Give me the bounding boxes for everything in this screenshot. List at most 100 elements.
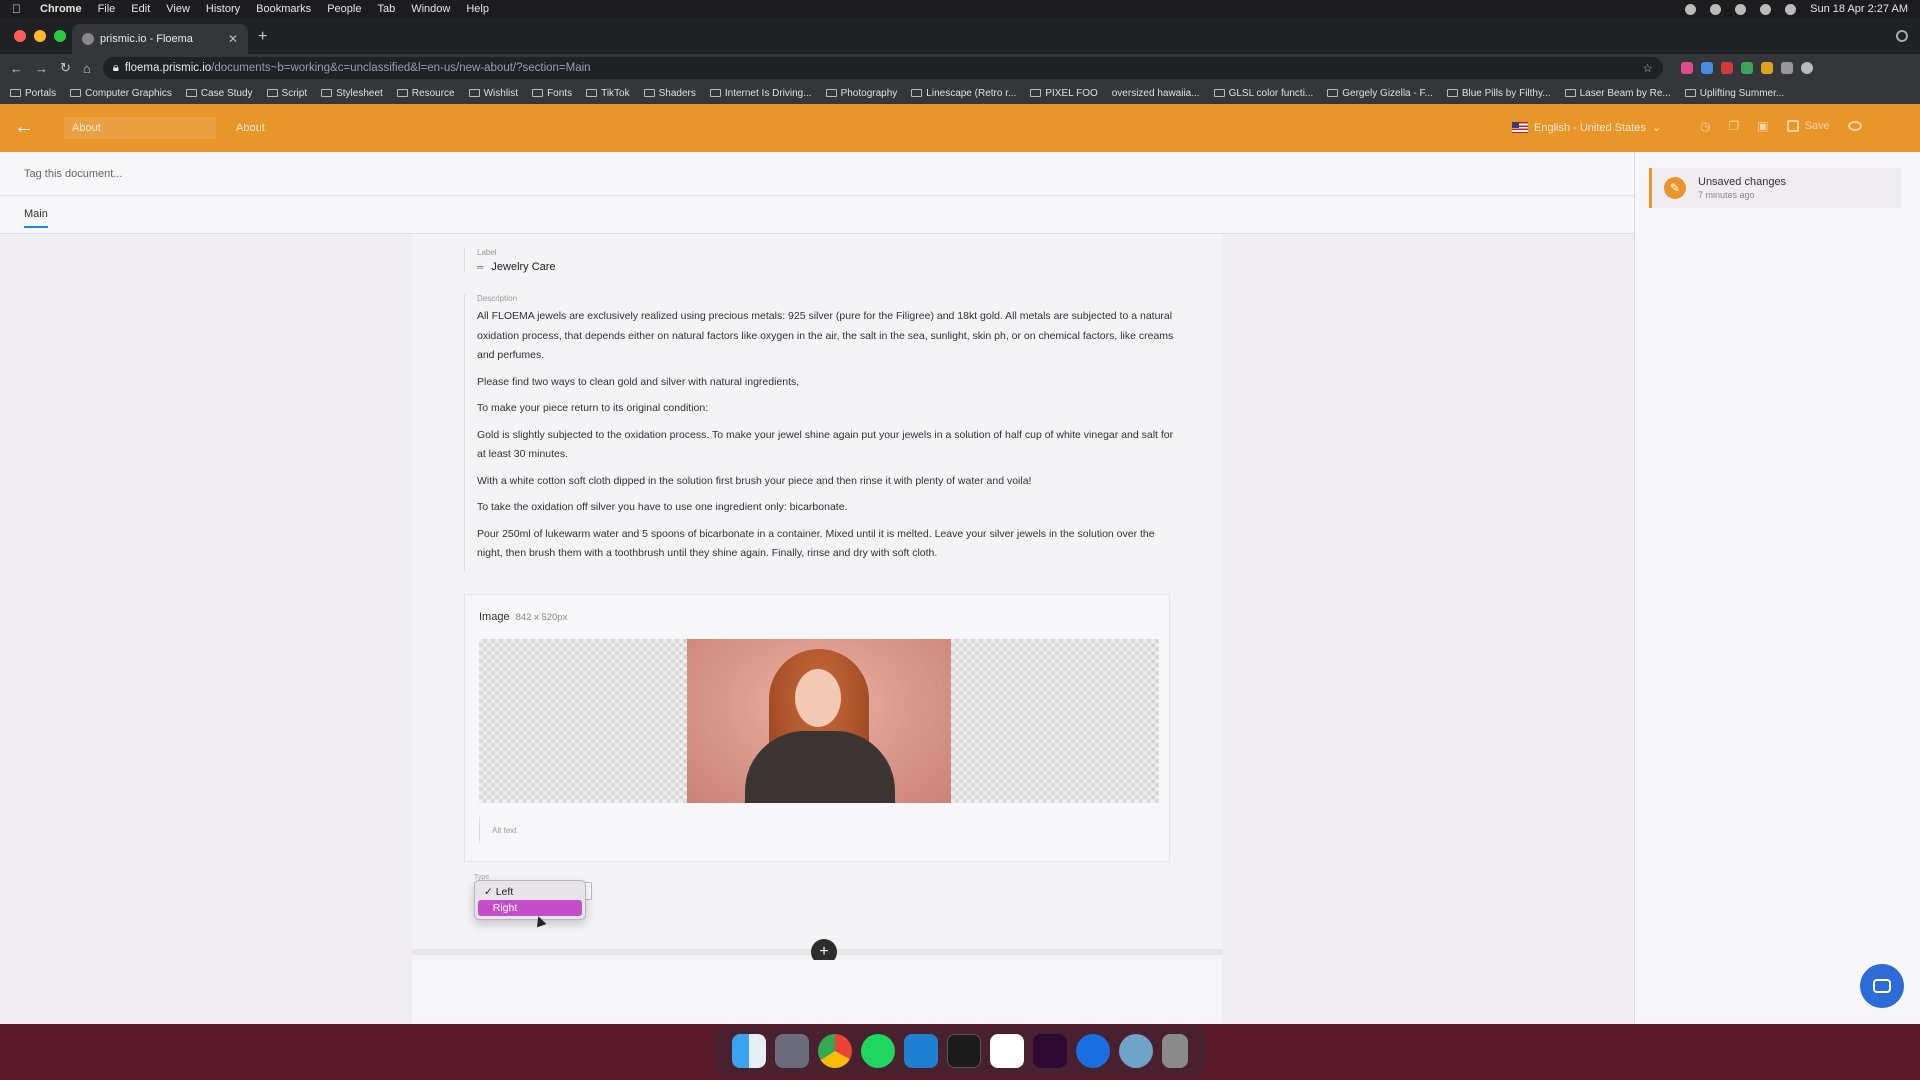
extension-icon[interactable]	[1740, 62, 1753, 74]
maps-pin-icon[interactable]	[1076, 1034, 1110, 1068]
bookmark-item[interactable]: Resource	[396, 88, 455, 99]
back-icon[interactable]: ←	[10, 61, 23, 76]
tab-main[interactable]: Main	[24, 208, 48, 228]
status-control-center-icon[interactable]	[1785, 3, 1797, 15]
reload-icon[interactable]: ↻	[60, 60, 71, 76]
bookmark-item[interactable]: TikTok	[586, 88, 630, 99]
extension-icon[interactable]	[1720, 62, 1733, 74]
status-cloud-icon[interactable]	[1710, 3, 1722, 15]
extension-icon[interactable]	[1680, 62, 1693, 74]
minimize-window-button[interactable]	[34, 30, 46, 42]
browser-app-icon[interactable]	[1119, 1034, 1153, 1068]
save-button[interactable]: Save	[1786, 120, 1830, 132]
bookmark-item[interactable]: Gergely Gizella - F...	[1327, 88, 1433, 99]
bookmark-item[interactable]: Laser Beam by Re...	[1564, 88, 1671, 99]
history-icon[interactable]: ◷	[1700, 119, 1710, 133]
bookmark-star-icon[interactable]: ☆	[1642, 61, 1652, 75]
extension-icon[interactable]	[1700, 62, 1713, 74]
address-bar[interactable]: 🔒︎ floema.prismic.io/documents~b=working…	[102, 57, 1663, 79]
bookmark-item[interactable]: Shaders	[643, 88, 696, 99]
finder-icon[interactable]	[732, 1034, 766, 1068]
tag-bar: Tag this document...	[0, 152, 1634, 196]
back-arrow-icon[interactable]: ←	[14, 116, 34, 139]
section-tabs: Main	[0, 196, 1634, 234]
home-icon[interactable]: ⌂	[83, 61, 91, 76]
bookmark-item[interactable]: Wishlist	[468, 88, 518, 99]
close-tab-icon[interactable]: ✕	[228, 32, 238, 46]
bookmark-item[interactable]: Case Study	[185, 88, 253, 99]
option-right[interactable]: Right	[478, 900, 582, 916]
description-paragraph: To make your piece return to its origina…	[477, 402, 709, 414]
url-path: /documents~b=working&c=unclassified&l=en…	[211, 62, 591, 74]
status-wifi-icon[interactable]	[1735, 3, 1747, 15]
chevron-down-icon: ⌄	[1651, 122, 1662, 134]
close-window-button[interactable]	[14, 30, 26, 42]
profile-avatar-icon[interactable]	[1800, 62, 1813, 74]
alt-text-input[interactable]: Alt text	[479, 817, 516, 843]
menu-view[interactable]: View	[166, 3, 190, 15]
browser-tab-active[interactable]: prismic.io - Floema ✕	[72, 24, 248, 54]
status-record-icon[interactable]	[1685, 3, 1697, 15]
tab-strip: prismic.io - Floema ✕ +	[0, 18, 1920, 54]
maximize-window-button[interactable]	[54, 30, 66, 42]
spotify-icon[interactable]	[861, 1034, 895, 1068]
document-title-input[interactable]: About	[64, 117, 216, 139]
bookmark-item[interactable]: GLSL color functi...	[1213, 88, 1313, 99]
menubar-datetime[interactable]: Sun 18 Apr 2:27 AM	[1810, 3, 1908, 15]
menu-file[interactable]: File	[98, 3, 116, 15]
terminal-icon[interactable]	[947, 1034, 981, 1068]
language-selector[interactable]: English - United States ⌄	[1512, 121, 1661, 134]
bookmark-item[interactable]: Blue Pills by Filthy...	[1446, 88, 1551, 99]
tag-input[interactable]: Tag this document...	[24, 168, 122, 180]
chrome-icon[interactable]	[818, 1034, 852, 1068]
unsaved-changes-card[interactable]: ✎ Unsaved changes 7 minutes ago	[1649, 168, 1901, 208]
new-tab-icon[interactable]: +	[258, 28, 267, 46]
menu-app-name[interactable]: Chrome	[40, 3, 82, 15]
extensions-puzzle-icon[interactable]	[1780, 62, 1793, 74]
bookmark-item[interactable]: Internet Is Driving...	[709, 88, 812, 99]
list-icon: ═	[477, 262, 484, 272]
menu-bookmarks[interactable]: Bookmarks	[256, 3, 311, 15]
launchpad-icon[interactable]	[775, 1034, 809, 1068]
label-value[interactable]: Jewelry Care	[491, 261, 555, 273]
menu-history[interactable]: History	[206, 3, 240, 15]
apple-icon[interactable]: 	[12, 2, 26, 16]
bookmark-item[interactable]: Photography	[825, 88, 897, 99]
extension-icon[interactable]	[1760, 62, 1773, 74]
menu-tab[interactable]: Tab	[377, 3, 395, 15]
folder-icon	[643, 89, 655, 97]
chat-support-button[interactable]	[1860, 964, 1904, 1008]
menu-people[interactable]: People	[327, 3, 361, 15]
menu-help[interactable]: Help	[466, 3, 489, 15]
bookmark-item[interactable]: Uplifting Summer...	[1684, 88, 1784, 99]
archive-icon[interactable]: ▣	[1757, 119, 1768, 133]
image-dropzone[interactable]	[479, 639, 1159, 803]
save-icon	[1786, 120, 1799, 132]
browser-menu-icon[interactable]	[1821, 62, 1833, 74]
description-field[interactable]: Description All FLOEMA jewels are exclus…	[464, 294, 1177, 571]
bookmark-item[interactable]: oversized hawaiia...	[1112, 88, 1200, 99]
bookmark-item[interactable]: Computer Graphics	[70, 88, 172, 99]
document-topbar: ← About About English - United States ⌄ …	[0, 104, 1920, 152]
forward-icon[interactable]: →	[35, 61, 48, 76]
folder-icon	[185, 89, 197, 97]
preview-eye-icon[interactable]	[1847, 121, 1862, 131]
bookmark-item[interactable]: Linescape (Retro r...	[911, 88, 1016, 99]
menu-window[interactable]: Window	[411, 3, 450, 15]
duplicate-icon[interactable]: ❐	[1728, 119, 1739, 133]
bookmark-item[interactable]: Stylesheet	[321, 88, 383, 99]
bookmark-item[interactable]: PIXEL FOO	[1030, 88, 1098, 99]
vscode-icon[interactable]	[904, 1034, 938, 1068]
bookmark-item[interactable]: Fonts	[532, 88, 572, 99]
adobe-xd-icon[interactable]	[1033, 1034, 1067, 1068]
github-icon	[1213, 89, 1225, 97]
tab-search-icon[interactable]	[1896, 30, 1908, 42]
bookmark-item[interactable]: Script	[266, 88, 307, 99]
option-left[interactable]: ✓ Left	[478, 884, 582, 900]
slack-icon[interactable]	[990, 1034, 1024, 1068]
trash-icon[interactable]	[1162, 1034, 1188, 1068]
status-search-icon[interactable]	[1760, 3, 1772, 15]
next-slice-area	[412, 960, 1222, 1024]
menu-edit[interactable]: Edit	[131, 3, 150, 15]
bookmark-item[interactable]: Portals	[10, 88, 56, 99]
